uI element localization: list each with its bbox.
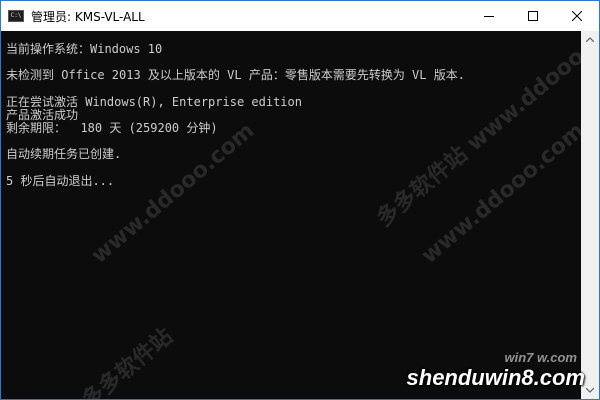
console-line-activating: 正在尝试激活 Windows(R), Enterprise edition: [6, 95, 302, 109]
site-logo: shenduwin8.com: [406, 365, 585, 390]
console-output[interactable]: 当前操作系统：Windows 10 未检测到 Office 2013 及以上版本…: [1, 31, 581, 399]
maximize-icon: [528, 11, 538, 21]
watermark-center-right: www.ddooo.com: [416, 118, 581, 269]
caption-buttons: [467, 1, 599, 31]
console-line-os: 当前操作系统：Windows 10: [6, 42, 163, 56]
chevron-down-icon: [586, 388, 594, 393]
chevron-up-icon: [586, 37, 594, 42]
scroll-up-button[interactable]: [581, 31, 599, 48]
console-line-task: 自动续期任务已创建.: [6, 147, 122, 161]
console-line-success: 产品激活成功: [6, 108, 79, 122]
site-logo-small: win7 w.com: [504, 350, 577, 365]
watermark-center-left: www.ddooo.com: [86, 118, 260, 269]
console-line-office: 未检测到 Office 2013 及以上版本的 VL 产品：零售版本需要先转换为…: [6, 68, 465, 82]
console-app-icon-label: C:\: [10, 12, 22, 19]
minimize-button[interactable]: [467, 1, 511, 31]
console-app-icon[interactable]: C:\: [8, 10, 24, 22]
title-bar[interactable]: C:\ 管理员: KMS-VL-ALL: [1, 1, 599, 31]
console-window: C:\ 管理员: KMS-VL-ALL 当前操作系统：Windows 10 未检…: [0, 0, 600, 400]
close-button[interactable]: [555, 1, 599, 31]
console-line-exit: 5 秒后自动退出...: [6, 174, 115, 188]
watermark-top-right: 多多软件站 www.ddooo.com: [372, 31, 581, 232]
minimize-icon: [484, 16, 494, 17]
console-line-remaining: 剩余期限： 180 天 (259200 分钟): [6, 121, 218, 135]
maximize-button[interactable]: [511, 1, 555, 31]
vertical-scrollbar[interactable]: [581, 31, 599, 399]
watermark-bottom-left: 多多软件站: [77, 323, 178, 399]
close-icon: [572, 11, 582, 21]
window-title: 管理员: KMS-VL-ALL: [31, 9, 145, 24]
